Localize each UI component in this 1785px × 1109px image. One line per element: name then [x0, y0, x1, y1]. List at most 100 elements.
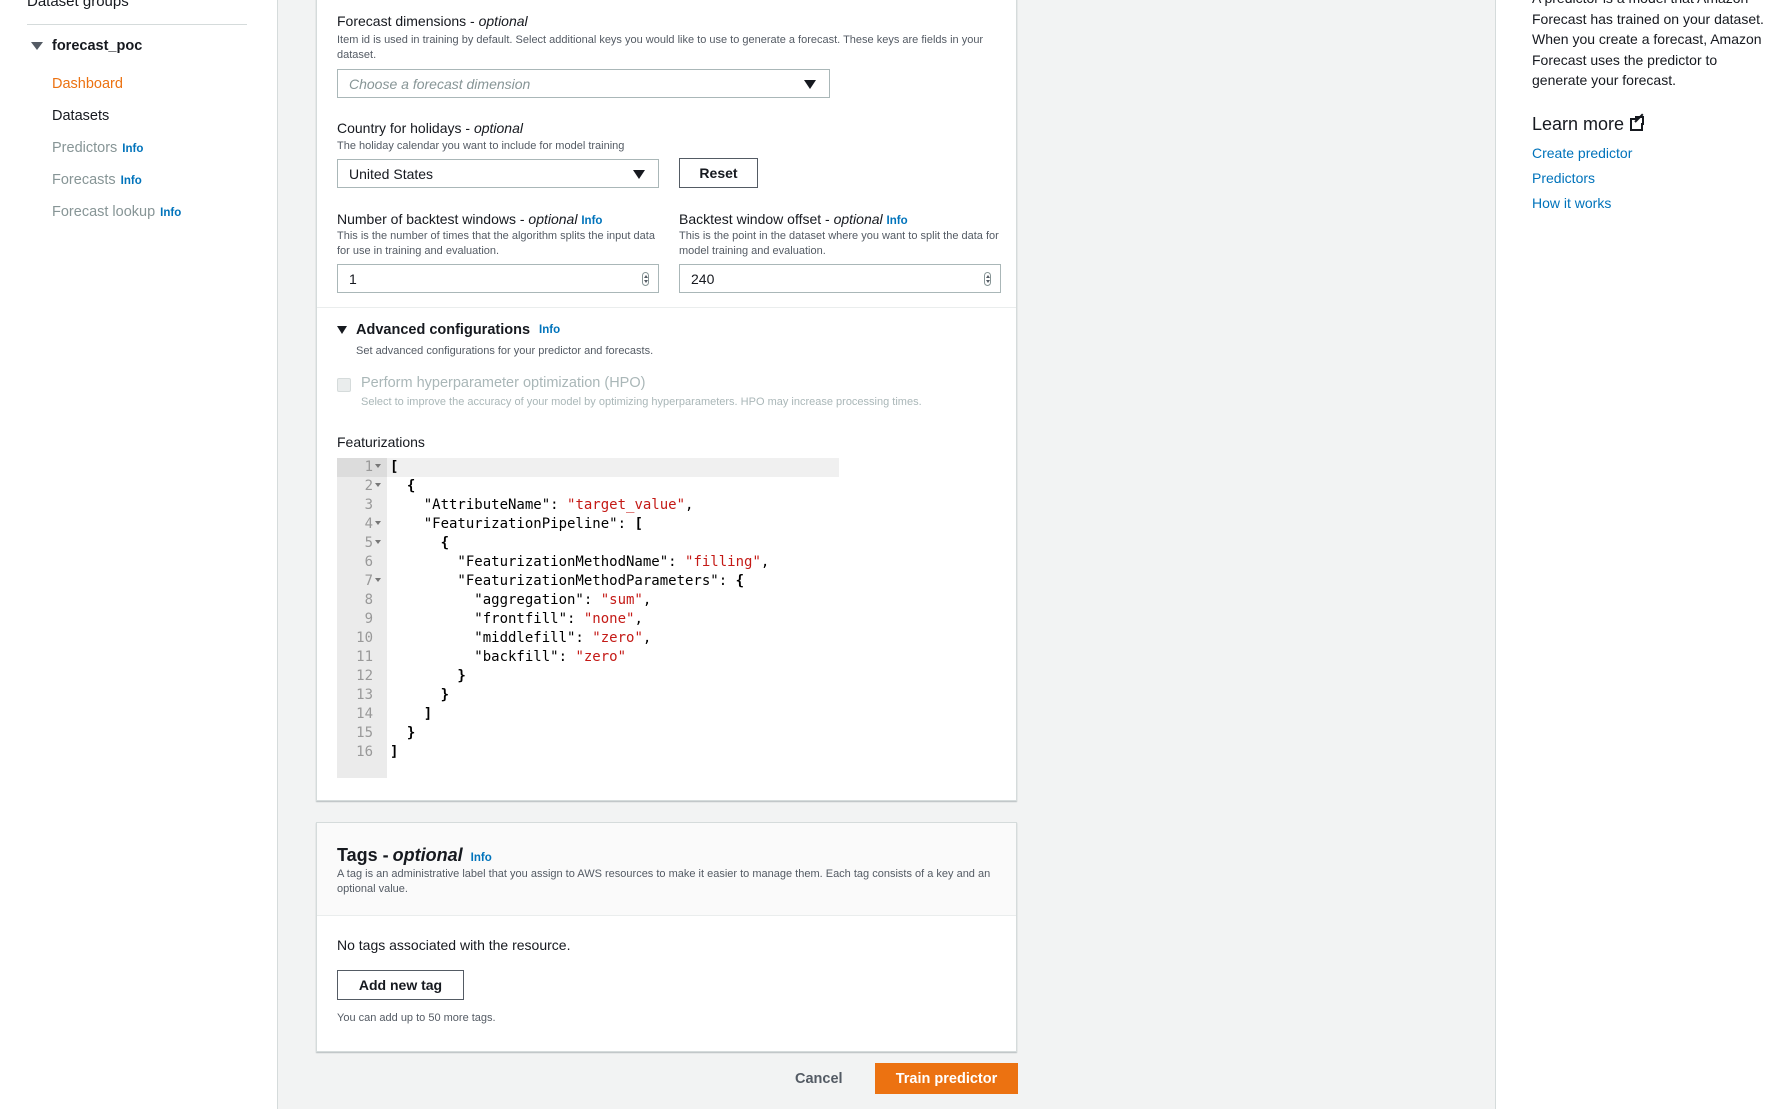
backtest-offset-input[interactable]: 240: [679, 264, 1001, 293]
code-text: }: [390, 667, 465, 686]
line-number: 8: [364, 592, 373, 608]
create-predictor-link[interactable]: Create predictor: [1532, 145, 1632, 161]
line-number: 11: [356, 649, 373, 665]
code-string: "zero": [592, 630, 643, 646]
info-link[interactable]: Info: [471, 852, 492, 864]
backtest-windows-input[interactable]: 1: [337, 264, 659, 293]
code-line: 6 "FeaturizationMethodName": "filling",: [337, 553, 839, 572]
spinner-icon[interactable]: [642, 272, 649, 286]
tags-title: Tags - optional Info: [337, 845, 492, 866]
code-text: {: [390, 477, 415, 496]
reset-button[interactable]: Reset: [679, 158, 758, 188]
predictors-link[interactable]: Predictors: [1532, 170, 1595, 186]
label-text: Backtest window offset -: [679, 211, 834, 227]
nav-divider: [27, 24, 247, 25]
select-value: United States: [349, 165, 434, 182]
line-number: 6: [364, 554, 373, 570]
fold-toggle-icon[interactable]: [375, 578, 381, 582]
code-token: }: [390, 687, 450, 703]
code-text: "AttributeName": "target_value",: [390, 496, 694, 515]
code-token: ,: [634, 611, 643, 627]
info-link[interactable]: Info: [160, 207, 181, 219]
code-token: "FeaturizationPipeline":: [390, 516, 635, 532]
add-new-tag-button[interactable]: Add new tag: [337, 970, 464, 1000]
info-link[interactable]: Info: [581, 215, 602, 227]
code-text: "FeaturizationMethodParameters": {: [390, 572, 744, 591]
code-text: "FeaturizationPipeline": [: [390, 515, 643, 534]
code-token: "frontfill":: [390, 611, 584, 627]
fold-toggle-icon[interactable]: [375, 521, 381, 525]
external-link-icon: [1630, 113, 1646, 131]
backtest-windows-label: Number of backtest windows - optional In…: [337, 211, 602, 227]
nav-item-forecast-lookup[interactable]: Forecast lookup Info: [52, 204, 181, 220]
code-text: ]: [390, 743, 398, 762]
select-placeholder: Choose a forecast dimension: [349, 75, 531, 92]
featurizations-label: Featurizations: [337, 434, 425, 450]
advanced-configurations-toggle[interactable]: Advanced configurations Info: [337, 322, 560, 338]
nav-item-dashboard[interactable]: Dashboard: [52, 76, 123, 92]
hpo-description: Select to improve the accuracy of your m…: [361, 396, 922, 408]
holiday-country-select[interactable]: United States: [337, 159, 659, 188]
code-token: "FeaturizationMethodParameters":: [390, 573, 736, 589]
title-text: Tags -: [337, 845, 389, 865]
tags-limit-text: You can add up to 50 more tags.: [337, 1012, 496, 1024]
fold-toggle-icon[interactable]: [375, 464, 381, 468]
code-line: 12 }: [337, 667, 839, 686]
line-number: 13: [356, 687, 373, 703]
code-line: 15 }: [337, 724, 839, 743]
line-number: 7: [364, 573, 373, 589]
code-line: 3 "AttributeName": "target_value",: [337, 496, 839, 515]
info-link[interactable]: Info: [887, 215, 908, 227]
train-predictor-button[interactable]: Train predictor: [875, 1063, 1018, 1094]
fold-toggle-icon[interactable]: [375, 483, 381, 487]
code-line: 11 "backfill": "zero": [337, 648, 839, 667]
line-number: 5: [364, 535, 373, 551]
code-text: }: [390, 724, 415, 743]
code-string: "none": [583, 611, 635, 627]
cancel-button[interactable]: Cancel: [795, 1071, 843, 1087]
backtest-offset-description: This is the point in the dataset where y…: [679, 230, 999, 257]
line-number: 16: [356, 744, 373, 760]
main-content: Forecast dimensions - optional Item id i…: [279, 0, 1495, 1109]
nav-group-forecast-poc[interactable]: forecast_poc: [31, 38, 142, 54]
line-number: 14: [356, 706, 373, 722]
code-line: 2 {: [337, 477, 839, 496]
caret-down-icon: [337, 326, 347, 334]
input-value: 240: [691, 270, 715, 287]
code-line: 16]: [337, 743, 839, 762]
line-number: 15: [356, 725, 373, 741]
left-navigation: Dataset groups forecast_poc Dashboard Da…: [0, 0, 278, 1109]
optional-text: optional: [473, 120, 523, 136]
nav-group-label: forecast_poc: [52, 38, 143, 54]
optional-text: optional: [478, 13, 528, 29]
code-string: "filling": [685, 554, 761, 570]
code-token: ,: [685, 497, 694, 513]
code-token: ,: [642, 592, 652, 608]
code-line: 9 "frontfill": "none",: [337, 610, 839, 629]
code-token: {: [390, 478, 416, 494]
spinner-icon[interactable]: [984, 272, 991, 286]
code-token: }: [390, 725, 416, 741]
code-token: "FeaturizationMethodName":: [390, 554, 686, 570]
nav-heading: Dataset groups: [27, 0, 129, 10]
forecast-dimension-select[interactable]: Choose a forecast dimension: [337, 69, 830, 98]
code-token: {: [735, 573, 745, 589]
code-token: "AttributeName":: [390, 497, 568, 513]
nav-item-forecasts[interactable]: Forecasts Info: [52, 172, 142, 188]
info-link[interactable]: Info: [121, 175, 142, 187]
learn-more-heading: Learn more: [1532, 113, 1646, 135]
hpo-checkbox[interactable]: [337, 378, 351, 392]
fold-toggle-icon[interactable]: [375, 540, 381, 544]
how-it-works-link[interactable]: How it works: [1532, 195, 1611, 211]
featurizations-code-editor[interactable]: 1[2 {3 "AttributeName": "target_value", 4…: [337, 458, 839, 778]
info-link[interactable]: Info: [539, 324, 560, 336]
code-line: 10 "middlefill": "zero",: [337, 629, 839, 648]
info-link[interactable]: Info: [122, 143, 143, 155]
code-token: [: [634, 516, 643, 532]
nav-item-label: Predictors: [52, 140, 118, 156]
nav-item-predictors[interactable]: Predictors Info: [52, 140, 143, 156]
nav-item-datasets[interactable]: Datasets: [52, 108, 109, 124]
dropdown-arrow-icon: [804, 80, 816, 89]
code-text: ]: [390, 705, 432, 724]
help-text: A predictor is a model that Amazon Forec…: [1532, 0, 1764, 88]
